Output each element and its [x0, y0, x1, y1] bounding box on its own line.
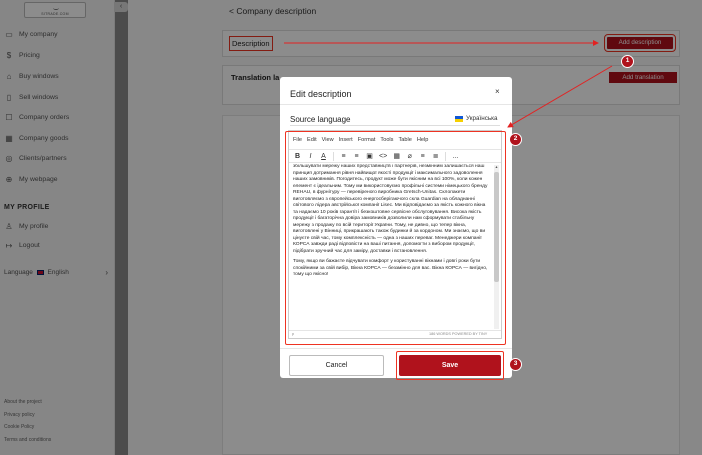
save-highlight-frame [396, 351, 504, 380]
source-language-value: Українська [455, 115, 498, 122]
modal-title: Edit description [290, 89, 352, 99]
modal-footer-divider [280, 348, 512, 349]
step-badge-3: 3 [509, 358, 522, 371]
step-badge-1: 1 [621, 55, 634, 68]
close-icon[interactable]: × [495, 87, 500, 96]
divider [290, 125, 500, 126]
cancel-button[interactable]: Cancel [289, 355, 384, 376]
source-language-label: Source language [290, 115, 351, 124]
ukraine-flag-icon [455, 115, 463, 122]
modal-divider [280, 104, 512, 105]
editor-highlight-frame [285, 131, 506, 345]
step-badge-2: 2 [509, 133, 522, 146]
language-name: Українська [466, 115, 498, 122]
